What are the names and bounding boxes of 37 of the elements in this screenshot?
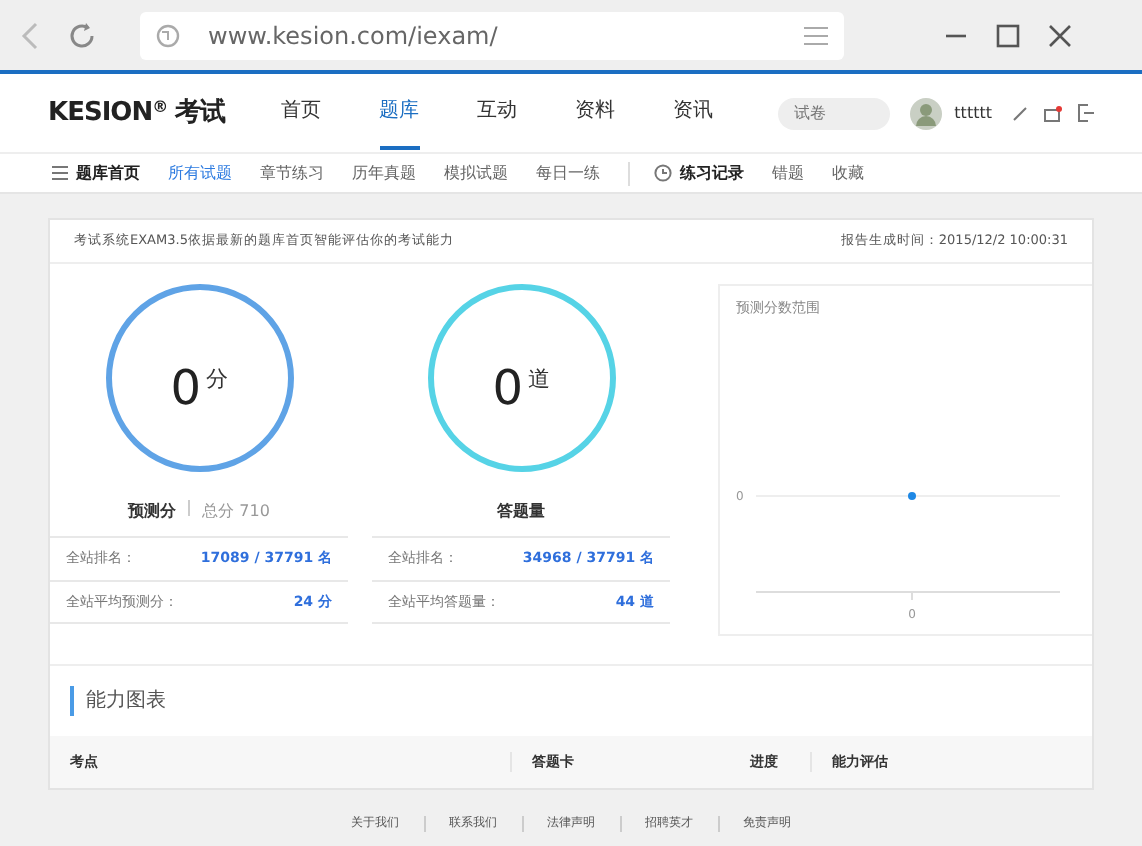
maximize-icon[interactable] [996,23,1020,47]
score-value: 0 [170,358,202,420]
subnav-link[interactable]: 历年真题 [352,161,416,185]
subnav-link[interactable]: 题库首页 [52,161,140,185]
subnav-link[interactable]: 练习记录 [628,161,744,185]
message-icon[interactable] [1044,105,1062,121]
section-title: 能力图表 [70,686,1072,716]
stat-title: 预测分 [128,502,177,520]
logout-icon[interactable] [1078,104,1094,122]
subnav-link[interactable]: 错题 [772,161,804,185]
score-unit: 道 [527,364,550,396]
stat-subtitle: 总分 710 [202,502,270,520]
menu-icon [52,166,68,180]
search-field[interactable]: 试卷 [778,97,891,129]
subnav-link[interactable]: 章节练习 [260,161,324,185]
nav-link[interactable]: 题库 [379,76,420,150]
nav-link[interactable]: 资讯 [673,76,714,150]
score-value: 0 [492,358,524,420]
logo: KESION$^{®}$ 考试 [48,95,226,132]
url-text: www.kesion.com/iexam/ [208,19,500,53]
data-point [908,491,916,499]
score-unit: 分 [205,364,228,396]
avatar-icon[interactable] [910,97,943,129]
reload-icon[interactable] [68,21,96,49]
nav-link[interactable]: 互动 [477,76,518,150]
subnav-link[interactable]: 所有试题 [168,161,232,185]
close-icon[interactable] [1048,23,1072,47]
subnav-link[interactable]: 模拟试题 [444,161,508,185]
subnav-link[interactable]: 收藏 [832,161,864,185]
nav-link[interactable]: 资料 [575,76,616,150]
menu-icon[interactable] [804,25,828,45]
username[interactable]: tttttt [954,101,992,125]
address-bar[interactable]: www.kesion.com/iexam/ [140,11,844,59]
clock-icon [654,164,672,182]
nav-link[interactable]: 首页 [281,76,322,150]
stat-title: 答题量 [497,502,545,520]
subnav-link[interactable]: 每日一练 [536,161,600,185]
